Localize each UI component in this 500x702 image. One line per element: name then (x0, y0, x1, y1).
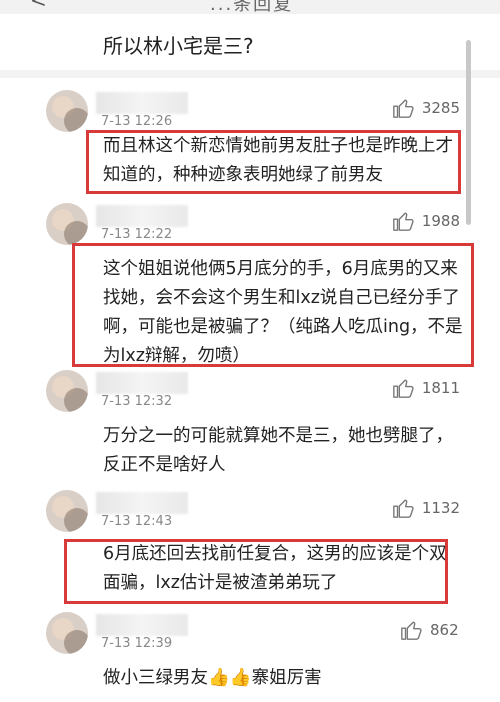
username-blurred[interactable] (96, 614, 188, 636)
highlight-box (72, 243, 474, 367)
back-arrow-icon[interactable]: < (30, 0, 47, 12)
page-title: ...条回复 (210, 0, 294, 14)
like-button[interactable]: 1811 (392, 376, 460, 400)
comment-time: 7-13 12:26 (101, 114, 173, 129)
like-button[interactable]: 862 (400, 618, 460, 642)
highlight-box (64, 539, 448, 604)
avatar[interactable] (46, 90, 88, 132)
like-button[interactable]: 1132 (392, 496, 460, 520)
thumbs-up-icon (392, 379, 414, 398)
comment-time: 7-13 12:32 (101, 394, 173, 409)
thumbs-up-icon (401, 621, 422, 640)
avatar[interactable] (46, 370, 88, 412)
username-blurred[interactable] (96, 205, 188, 227)
thumbs-up-icon (392, 99, 414, 118)
username-blurred[interactable] (96, 92, 188, 114)
scrollbar[interactable] (466, 40, 471, 225)
like-count: 3285 (421, 99, 460, 117)
like-button[interactable]: 3285 (392, 96, 460, 120)
top-bar: < ...条回复 (0, 0, 500, 14)
thumbs-up-icon (392, 212, 414, 231)
username-blurred[interactable] (96, 492, 188, 514)
avatar[interactable] (46, 490, 88, 532)
like-count: 1811 (421, 379, 460, 397)
like-count: 862 (430, 621, 459, 639)
thumbs-up-icon (392, 499, 414, 518)
comment-text: 万分之一的可能就算她不是三，她也劈腿了， 反正不是啥好人 (103, 426, 453, 475)
comment-time: 7-13 12:43 (101, 514, 173, 529)
like-button[interactable]: 1988 (392, 209, 460, 233)
divider (0, 70, 500, 78)
like-count: 1132 (421, 499, 460, 517)
highlight-box (86, 130, 461, 194)
quoted-reply: 所以林小宅是三? (103, 34, 254, 58)
avatar[interactable] (46, 612, 88, 654)
like-count: 1988 (421, 212, 460, 230)
comment-time: 7-13 12:39 (101, 636, 173, 651)
avatar[interactable] (46, 203, 88, 245)
comment-time: 7-13 12:22 (101, 227, 173, 242)
username-blurred[interactable] (96, 372, 188, 394)
comment-text: 做小三绿男友👍👍寨姐厉害 (103, 668, 322, 688)
